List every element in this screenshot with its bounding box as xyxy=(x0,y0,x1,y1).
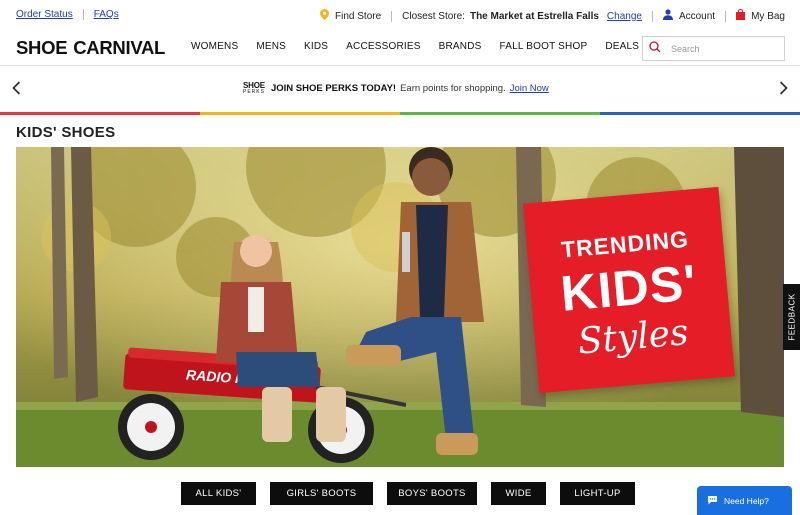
chat-label: Need Help? xyxy=(724,495,769,506)
account-icon xyxy=(662,9,673,23)
feedback-tab[interactable]: FEEDBACK xyxy=(783,284,800,350)
chevron-left-icon[interactable] xyxy=(12,81,21,100)
location-pin-icon xyxy=(320,9,330,23)
my-bag-link[interactable]: My Bag xyxy=(751,11,785,22)
main-header: SHOE CARNIVAL WOMENS MENS KIDS ACCESSORI… xyxy=(0,30,800,66)
page-title: KIDS' SHOES xyxy=(16,124,116,141)
nav-deals[interactable]: DEALS xyxy=(605,41,639,52)
closest-store-label: Closest Store: xyxy=(402,10,465,22)
change-store-link[interactable]: Change xyxy=(607,11,642,22)
header-divider xyxy=(0,65,800,66)
divider xyxy=(82,9,84,20)
all-kids-button[interactable]: ALL KIDS' xyxy=(181,482,256,505)
color-stripe xyxy=(0,112,800,115)
promo-body: Earn points for shopping. xyxy=(400,83,506,94)
logo-word-carnival: CARNIVAL xyxy=(73,37,166,58)
light-up-button[interactable]: LIGHT-UP xyxy=(560,482,635,505)
chevron-right-icon[interactable] xyxy=(779,81,788,100)
faqs-link[interactable]: FAQs xyxy=(94,9,119,20)
divider xyxy=(725,10,727,22)
nav-fall-boot-shop[interactable]: FALL BOOT SHOP xyxy=(499,41,587,52)
logo-word-shoe: SHOE xyxy=(16,37,68,58)
join-now-link[interactable]: Join Now xyxy=(510,83,549,94)
search-input[interactable] xyxy=(671,43,771,54)
main-nav: WOMENS MENS KIDS ACCESSORIES BRANDS FALL… xyxy=(182,41,648,52)
nav-accessories[interactable]: ACCESSORIES xyxy=(346,41,420,52)
promo-banner: SHOE PERKS JOIN SHOE PERKS TODAY! Earn p… xyxy=(0,67,800,113)
promo-headline: JOIN SHOE PERKS TODAY! xyxy=(270,83,397,94)
shoe-perks-logo: SHOE PERKS xyxy=(243,81,265,95)
trending-kids-badge: TRENDING KIDS' Styles xyxy=(523,186,735,394)
nav-mens[interactable]: MENS xyxy=(256,41,286,52)
account-link[interactable]: Account xyxy=(679,11,715,22)
shoe-carnival-logo[interactable]: SHOE CARNIVAL xyxy=(16,37,165,59)
order-status-link[interactable]: Order Status xyxy=(16,9,73,20)
chat-bubble-icon xyxy=(707,495,718,507)
divider xyxy=(651,10,653,22)
boys-boots-button[interactable]: BOYS' BOOTS xyxy=(387,482,477,505)
need-help-chat-button[interactable]: Need Help? xyxy=(697,486,792,515)
utility-bar: Order Status FAQs Find Store Closest Sto… xyxy=(0,0,800,30)
shopping-bag-icon xyxy=(736,8,746,23)
nav-brands[interactable]: BRANDS xyxy=(439,41,482,52)
hero-banner[interactable]: RADIO FLYER TRENDING KIDS' Styles xyxy=(16,147,784,467)
nav-womens[interactable]: WOMENS xyxy=(191,41,238,52)
search-icon[interactable] xyxy=(649,40,661,58)
search-box xyxy=(642,36,785,61)
find-store-link[interactable]: Find Store xyxy=(335,11,381,22)
nav-kids[interactable]: KIDS xyxy=(304,41,328,52)
girls-boots-button[interactable]: GIRLS' BOOTS xyxy=(270,482,373,505)
closest-store-name: The Market at Estrella Falls xyxy=(469,10,599,22)
category-buttons: ALL KIDS' GIRLS' BOOTS BOYS' BOOTS WIDE … xyxy=(181,482,649,505)
divider xyxy=(391,10,393,22)
wide-button[interactable]: WIDE xyxy=(491,482,546,505)
